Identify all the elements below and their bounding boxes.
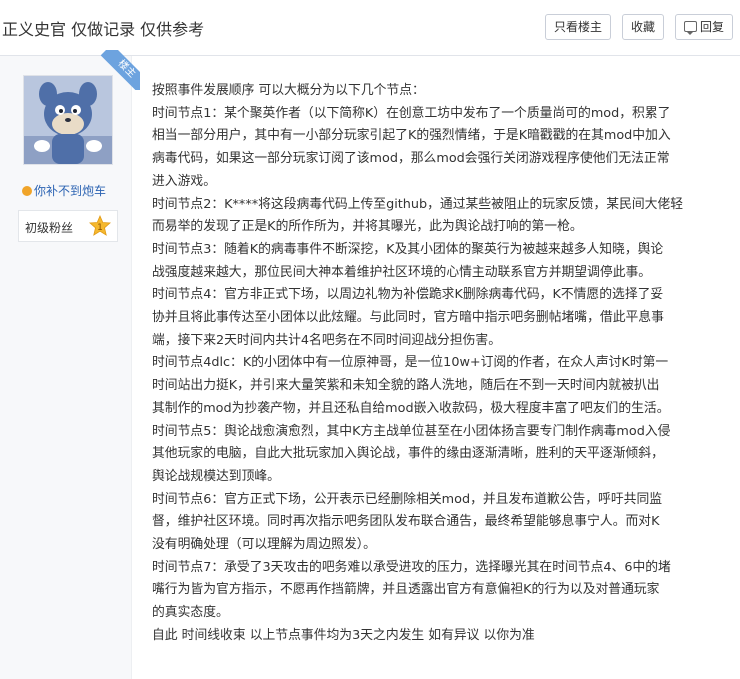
post-line: 时间节点4：官方非正式下场，以周边礼物为补偿跪求K删除病毒代码，K不情愿的选择了…: [152, 287, 664, 303]
post-line: 没有明确处理（可以理解为周边照发）。: [152, 537, 376, 553]
level-badge-icon: 1: [89, 215, 111, 236]
post-line: 时间节点6：官方正式下场，公开表示已经删除相关mod，并且发布道歉公告，呼吁共同…: [152, 491, 663, 507]
post-line: 舆论战规模达到顶峰。: [152, 468, 280, 484]
only-op-button[interactable]: 只看楼主: [545, 14, 611, 40]
post-line: 时间节点4dlc：K的小团体中有一位原神哥，是一位10w+订阅的作者，在众人声讨…: [152, 355, 669, 371]
thread-title: 正义史官 仅做记录 仅供参考: [2, 20, 205, 39]
post-line: 其制作的mod为抄袭产物，并且还私自给mod嵌入收款码，极大程度丰富了吧友们的生…: [152, 400, 670, 416]
reply-icon: [683, 21, 697, 35]
user-icon: [22, 186, 32, 196]
post-line: 进入游戏。: [152, 173, 216, 189]
reply-button-label: 回复: [699, 20, 724, 34]
post-line: 端，接下来2天时间内共计4名吧务在不同时间迎战分担伤害。: [152, 332, 502, 348]
post-line: 病毒代码，如果这一部分玩家订阅了该mod，那么mod会强行关闭游戏程序使他们无法…: [152, 151, 670, 167]
post-line: 按照事件发展顺序 可以大概分为以下几个节点：: [152, 83, 425, 98]
avatar-image: [24, 76, 112, 164]
post-line: 时间节点7：承受了3天攻击的吧务难以承受进攻的压力，选择曝光其在时间节点4、6中…: [152, 559, 671, 575]
level-title: 初级粉丝: [25, 221, 74, 235]
level-box: 初级粉丝 1: [18, 210, 118, 242]
thread-header: 正义史官 仅做记录 仅供参考 只看楼主 收藏 回复: [0, 0, 740, 56]
post-line: 时间节点2：K****将这段病毒代码上传至github，通过某些被阻止的玩家反馈…: [152, 196, 684, 212]
favorite-button[interactable]: 收藏: [622, 14, 664, 40]
post-line: 督，维护社区环境。同时再次指示吧务团队发布联合通告，最终希望能够息事宁人。而对K: [152, 514, 660, 530]
post-line: 时间站出力挺K，并引来大量笑紫和未知全貌的路人洗地，随后在不到一天时间内就被扒出: [152, 378, 660, 394]
post-line: 而易举的发现了正是K的所作所为，并将其曝光，此为舆论战打响的第一枪。: [152, 219, 583, 235]
author-username[interactable]: 你补不到炮车: [22, 182, 106, 199]
post-line: 自此 时间线收束 以上节点事件均为3天之内发生 如有异议 以你为准: [152, 627, 535, 643]
post-line: 其他玩家的电脑，自此大批玩家加入舆论战，事件的缘由逐渐清晰，胜利的天平逐渐倾斜，: [152, 446, 664, 462]
post-line: 相当一部分用户，其中有一小部分玩家引起了K的强烈情绪，于是K暗戳戳的在其mod中…: [152, 128, 671, 144]
post-line: 时间节点1：某个聚英作者（以下简称K）在创意工坊中发布了一个质量尚可的mod，积…: [152, 105, 671, 121]
post-line: 协并且将此事传达至小团体以此炫耀。与此同时，官方暗中指示吧务删帖堵嘴，借此平息事: [152, 310, 664, 326]
post-line: 的真实态度。: [152, 605, 229, 621]
avatar[interactable]: [23, 75, 113, 165]
level-number: 1: [97, 223, 103, 233]
post-line: 时间节点3：随着K的病毒事件不断深挖，K及其小团体的聚英行为被越来越多人知晓，舆…: [152, 241, 664, 257]
post-line: 战强度越来越大，那位民间大神本着维护社区环境的心情主动联系官方并期望调停此事。: [152, 264, 652, 280]
post-line: 时间节点5：舆论战愈演愈烈，其中K方主战单位甚至在小团体扬言要专门制作病毒mod…: [152, 423, 671, 439]
post-line: 嘴行为皆为官方指示，不愿再作挡箭牌，并且透露出官方有意偏袒K的行为以及对普通玩家: [152, 582, 660, 598]
author-username-label: 你补不到炮车: [34, 184, 107, 198]
reply-button[interactable]: 回复: [675, 14, 733, 40]
post-content: 按照事件发展顺序 可以大概分为以下几个节点： 时间节点1：某个聚英作者（以下简称…: [152, 80, 732, 648]
